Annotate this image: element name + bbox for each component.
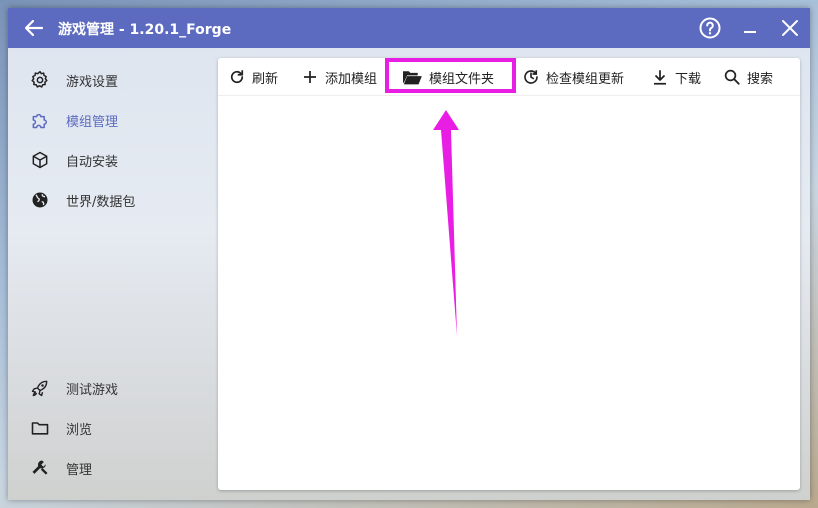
close-icon bbox=[782, 20, 798, 36]
sidebar-item-label: 世界/数据包 bbox=[66, 194, 136, 210]
title-bar: 游戏管理 - 1.20.1_Forge bbox=[8, 8, 810, 48]
sidebar-item-auto-install[interactable]: 自动安装 bbox=[16, 142, 208, 178]
help-button[interactable] bbox=[698, 16, 722, 40]
gear-icon bbox=[30, 70, 50, 90]
folder-icon bbox=[30, 418, 50, 438]
mod-list-panel: 刷新 添加模组 模组文件夹 检查模组更新 下载 搜索 bbox=[218, 58, 800, 490]
plus-icon bbox=[301, 68, 319, 86]
mod-folder-button[interactable]: 模组文件夹 bbox=[401, 62, 494, 92]
globe-icon bbox=[30, 190, 50, 210]
sidebar-item-browse[interactable]: 浏览 bbox=[16, 410, 208, 446]
search-button[interactable]: 搜索 bbox=[723, 62, 773, 92]
sidebar-item-label: 管理 bbox=[66, 462, 93, 478]
sidebar-item-manage[interactable]: 管理 bbox=[16, 450, 208, 486]
download-button[interactable]: 下载 bbox=[651, 62, 701, 92]
game-manager-window: 游戏管理 - 1.20.1_Forge 游戏设置 模组管理 自动安装 世界/数据… bbox=[8, 8, 810, 500]
sidebar-item-label: 自动安装 bbox=[66, 154, 119, 170]
mod-folder-label: 模组文件夹 bbox=[429, 71, 495, 87]
download-icon bbox=[651, 68, 669, 86]
update-clock-icon bbox=[522, 68, 540, 86]
toolbar: 刷新 添加模组 模组文件夹 检查模组更新 下载 搜索 bbox=[218, 58, 800, 96]
add-mod-button[interactable]: 添加模组 bbox=[301, 62, 377, 92]
help-circle-icon bbox=[699, 17, 721, 39]
check-mod-updates-button[interactable]: 检查模组更新 bbox=[522, 62, 624, 92]
refresh-button[interactable]: 刷新 bbox=[228, 62, 278, 92]
minimize-button[interactable] bbox=[738, 16, 762, 40]
sidebar-item-mod-management[interactable]: 模组管理 bbox=[16, 102, 208, 138]
window-title: 游戏管理 - 1.20.1_Forge bbox=[58, 22, 232, 38]
sidebar-item-label: 浏览 bbox=[66, 422, 93, 438]
search-icon bbox=[723, 68, 741, 86]
back-button[interactable] bbox=[22, 16, 46, 40]
sidebar-item-label: 测试游戏 bbox=[66, 382, 119, 398]
refresh-icon bbox=[228, 68, 246, 86]
cube-icon bbox=[30, 150, 50, 170]
sidebar-item-label: 游戏设置 bbox=[66, 74, 119, 90]
sidebar-item-test-game[interactable]: 测试游戏 bbox=[16, 370, 208, 406]
check-mod-updates-label: 检查模组更新 bbox=[546, 71, 625, 87]
add-mod-label: 添加模组 bbox=[325, 71, 378, 87]
sidebar-item-game-settings[interactable]: 游戏设置 bbox=[16, 62, 208, 98]
folder-open-icon bbox=[401, 68, 423, 86]
puzzle-icon bbox=[30, 110, 50, 130]
minimize-icon bbox=[744, 31, 756, 33]
refresh-label: 刷新 bbox=[252, 71, 279, 87]
search-label: 搜索 bbox=[747, 71, 774, 87]
arrow-left-icon bbox=[24, 19, 44, 37]
close-button[interactable] bbox=[778, 16, 802, 40]
download-label: 下载 bbox=[675, 71, 702, 87]
sidebar-item-label: 模组管理 bbox=[66, 114, 119, 130]
sidebar: 游戏设置 模组管理 自动安装 世界/数据包 测试游戏 浏览 管理 bbox=[8, 48, 216, 500]
sidebar-item-worlds-datapacks[interactable]: 世界/数据包 bbox=[16, 182, 208, 218]
wrench-icon bbox=[30, 458, 50, 478]
rocket-icon bbox=[30, 378, 50, 398]
